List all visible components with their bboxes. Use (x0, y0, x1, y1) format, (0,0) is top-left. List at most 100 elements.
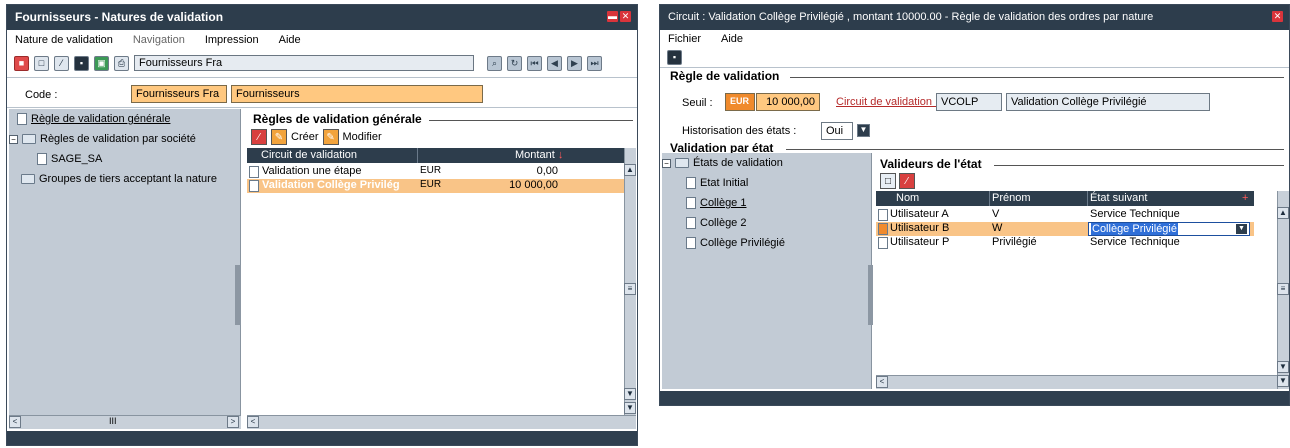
collapse-icon[interactable]: − (9, 134, 18, 144)
column-header-etat-suivant[interactable]: État suivant (1090, 192, 1147, 204)
section-regle-validation: Règle de validation (670, 69, 780, 83)
delete-line-icon[interactable]: ⁄ (899, 173, 915, 189)
navigation-field[interactable]: Fournisseurs Fra (134, 55, 474, 71)
sort-desc-icon: ↓ (557, 149, 564, 161)
tree-item-college-2[interactable]: Collège 2 (686, 217, 746, 229)
delete-icon[interactable]: ⁄ (54, 55, 69, 71)
export-icon[interactable]: ▣ (94, 55, 109, 71)
table-row[interactable]: Utilisateur A V Service Technique (876, 208, 1254, 222)
tree-item-etat-initial[interactable]: Etat Initial (686, 177, 748, 189)
code-description-field[interactable]: Fournisseurs (231, 85, 483, 103)
cell-montant: 10 000,00 (509, 179, 558, 191)
menu-aide[interactable]: Aide (721, 33, 743, 48)
new-line-icon[interactable]: □ (880, 173, 896, 189)
cell-etat: Service Technique (1090, 236, 1180, 248)
scroll-down-icon[interactable]: ▼ (1277, 361, 1289, 373)
cell-currency: EUR (420, 179, 442, 190)
seuil-amount-field[interactable]: 10 000,00 (756, 93, 820, 111)
save-icon[interactable]: ▪ (667, 49, 682, 65)
scroll-left-icon[interactable]: < (247, 416, 259, 428)
grid-horizontal-scrollbar[interactable]: < (876, 375, 1277, 389)
tree-item-etats[interactable]: − États de validation (662, 157, 783, 169)
cell-currency: EUR (420, 165, 442, 176)
scroll-down-icon[interactable]: ▼ (624, 388, 636, 400)
last-record-icon[interactable]: ⏭ (587, 55, 602, 71)
new-record-icon[interactable]: ■ (14, 55, 29, 71)
previous-record-icon[interactable]: ◀ (547, 55, 562, 71)
column-header-montant[interactable]: Montant ↓ (515, 149, 563, 161)
dropdown-icon[interactable]: ▼ (1236, 224, 1247, 234)
create-icon[interactable]: ✎ (271, 129, 287, 145)
scroll-end-icon[interactable]: ▼ (1277, 375, 1289, 387)
menu-aide[interactable]: Aide (279, 34, 301, 50)
delete-icon[interactable]: ⁄ (251, 129, 267, 145)
column-divider (1087, 191, 1088, 206)
scroll-up-icon[interactable]: ▲ (624, 164, 636, 176)
modify-button[interactable]: Modifier (343, 131, 382, 143)
add-column-icon[interactable]: + (1242, 192, 1248, 204)
tree-item-groupes-tiers[interactable]: Groupes de tiers acceptant la nature (21, 173, 217, 185)
tree-item-regle-generale[interactable]: Règle de validation générale (17, 113, 170, 125)
toolbar: ■ □ ⁄ ▪ ▣ ⎙ Fournisseurs Fra ⌕ ↻ ⏮ ◀ ▶ ⏭ (7, 52, 637, 74)
etat-suivant-value[interactable]: Collège Privilégié (1091, 223, 1178, 235)
table-row[interactable]: Validation une étape EUR 0,00 (247, 165, 624, 179)
tree-horizontal-scrollbar[interactable]: < III > (9, 415, 241, 429)
scroll-thumb-icon[interactable]: ≡ (1277, 283, 1289, 295)
print-icon[interactable]: ⎙ (114, 55, 129, 71)
tree-pane: Règle de validation générale − Règles de… (9, 109, 241, 415)
menu-impression[interactable]: Impression (205, 34, 259, 50)
column-header-nom[interactable]: Nom (896, 192, 919, 204)
scroll-end-icon[interactable]: ▼ (624, 402, 636, 414)
collapse-icon[interactable]: − (662, 158, 671, 168)
scroll-thumb-icon[interactable]: ≡ (624, 283, 636, 295)
search-icon[interactable]: ⌕ (487, 55, 502, 71)
column-header-circuit[interactable]: Circuit de validation (261, 149, 357, 161)
document-icon (878, 237, 888, 249)
circuit-validation-link[interactable]: Circuit de validation : (836, 96, 938, 108)
minimize-icon[interactable]: ▬ (607, 11, 618, 22)
grid-vertical-scrollbar[interactable]: ▲ ≡ ▼ ▼ (1277, 191, 1289, 389)
grid-vertical-scrollbar[interactable]: ▲ ≡ ▼ ▼ (624, 148, 636, 415)
modify-icon[interactable]: ✎ (322, 129, 339, 145)
menu-nature-validation[interactable]: Nature de validation (15, 34, 113, 50)
window-title: Circuit : Validation Collège Privilégié … (660, 5, 1289, 30)
table-row[interactable]: Utilisateur P Privilégié Service Techniq… (876, 236, 1254, 250)
scroll-right-icon[interactable]: > (227, 416, 239, 428)
scroll-left-icon[interactable]: < (9, 416, 21, 428)
folder-icon (22, 134, 36, 144)
menu-navigation[interactable]: Navigation (133, 34, 185, 50)
next-record-icon[interactable]: ▶ (567, 55, 582, 71)
scroll-left-icon[interactable]: < (876, 376, 888, 388)
save-icon[interactable]: ▪ (74, 55, 89, 71)
menu-fichier[interactable]: Fichier (668, 33, 701, 48)
etat-suivant-editor[interactable]: Collège Privilégié ▼ (1088, 222, 1250, 236)
table-row-selected[interactable]: Validation Collège Privilég EUR 10 000,0… (247, 179, 624, 193)
dropdown-icon[interactable]: ▼ (857, 124, 870, 137)
column-header-prenom[interactable]: Prénom (992, 192, 1031, 204)
scroll-thumb[interactable]: III (109, 416, 117, 426)
tree-item-regles-societe[interactable]: − Règles de validation par société (9, 133, 196, 145)
first-record-icon[interactable]: ⏮ (527, 55, 542, 71)
seuil-currency-field[interactable]: EUR (725, 93, 755, 111)
circuit-code-field[interactable]: VCOLP (936, 93, 1002, 111)
tree-item-label: Groupes de tiers acceptant la nature (39, 173, 217, 185)
grid-horizontal-scrollbar[interactable]: < (247, 415, 636, 429)
section-title: Règles de validation générale (253, 112, 422, 126)
menu-bar: Nature de validation Navigation Impressi… (7, 30, 637, 50)
close-icon[interactable]: ✕ (1272, 11, 1283, 22)
create-button[interactable]: Créer (291, 131, 319, 143)
tree-item-college-privilegie[interactable]: Collège Privilégié (686, 237, 785, 249)
tree-item-college-1[interactable]: Collège 1 (686, 197, 746, 209)
cell-circuit: Validation Collège Privilég (262, 179, 400, 191)
scroll-up-icon[interactable]: ▲ (1277, 207, 1289, 219)
code-field[interactable]: Fournisseurs Fra (131, 85, 227, 103)
grid-toolbar: ⁄ ✎ Créer ✎ Modifier (251, 129, 382, 145)
close-icon[interactable]: ✕ (620, 11, 631, 22)
splitter-handle[interactable] (868, 265, 873, 325)
tree-item-sage-sa[interactable]: SAGE_SA (37, 153, 102, 165)
column-header-label: Montant (515, 149, 555, 161)
historisation-select[interactable]: Oui (821, 122, 853, 140)
refresh-icon[interactable]: ↻ (507, 55, 522, 71)
splitter-handle[interactable] (235, 265, 241, 325)
blank-page-icon[interactable]: □ (34, 55, 49, 71)
